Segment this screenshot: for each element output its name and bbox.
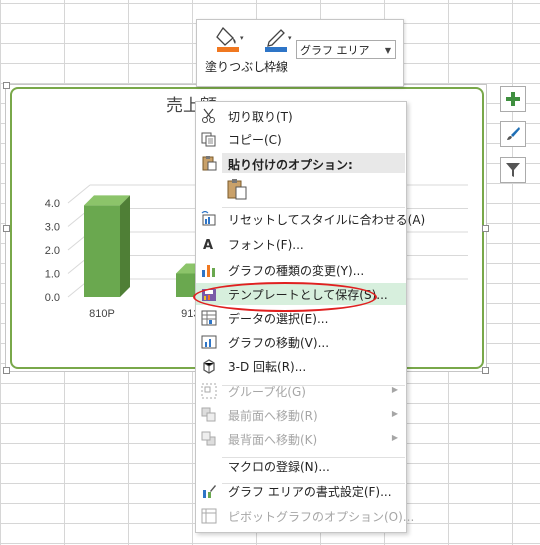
menu-item-move-chart[interactable]: グラフの移動(V)...: [196, 331, 406, 353]
chart-styles-button[interactable]: [500, 121, 526, 147]
chart-elements-button[interactable]: [500, 86, 526, 112]
bring-front-icon: [196, 404, 222, 426]
menu-item-label: 切り取り(T): [228, 109, 293, 124]
chevron-down-icon: ▼: [384, 46, 391, 55]
plus-icon: [506, 92, 520, 106]
outline-button[interactable]: ▾: [263, 26, 292, 55]
paste-options-header: 貼り付けのオプション:: [222, 153, 405, 173]
y-tick-label: 0.0: [45, 292, 60, 304]
y-tick-label: 4.0: [45, 198, 60, 210]
menu-item-chart-type[interactable]: グラフの種類の変更(Y)...: [196, 259, 406, 281]
menu-item-send-back: 最背面へ移動(K) ▶: [196, 428, 406, 450]
menu-item-label: マクロの登録(N)...: [228, 459, 330, 474]
bar-front: [84, 205, 120, 297]
y-tick-label: 2.0: [45, 245, 60, 257]
annotation-ellipse: [193, 282, 377, 312]
menu-item-label: コピー(C): [228, 132, 282, 147]
chart-filters-button[interactable]: [500, 157, 526, 183]
y-axis: 0.0 1.0 2.0 3.0 4.0: [45, 198, 60, 304]
paste-icon: [201, 155, 217, 174]
menu-item-label: データの選択(E)...: [228, 311, 329, 326]
submenu-arrow-icon: ▶: [391, 385, 398, 394]
menu-separator: [222, 385, 405, 386]
menu-item-group: グループ化(G) ▶: [196, 380, 406, 402]
menu-item-pivot-options: ピボットグラフのオプション(O)...: [196, 505, 414, 527]
menu-item-bring-front: 最前面へ移動(R) ▶: [196, 404, 406, 426]
menu-item-label: 最背面へ移動(K): [228, 432, 318, 447]
bar-side: [120, 195, 130, 297]
send-back-icon: [196, 428, 222, 450]
menu-separator: [222, 207, 405, 208]
submenu-arrow-icon: ▶: [391, 409, 398, 418]
macro-icon: [196, 455, 222, 477]
menu-item-rotate-3d[interactable]: 3-D 回転(R)...: [196, 355, 406, 377]
mini-toolbar: ▾ 塗りつぶし ▾ 枠線 グラフ エリア ▼: [196, 19, 404, 87]
x-tick-label: 810P: [89, 308, 115, 320]
svg-text:A: A: [203, 238, 213, 252]
menu-item-scissors[interactable]: 切り取り(T): [196, 105, 406, 127]
menu-item-label: 3-D 回転(R)...: [228, 359, 307, 374]
context-menu: 貼り付けのオプション: 切り取り(T) コピー(C) リセットしてスタイルに合わせる…: [195, 101, 425, 533]
menu-item-font[interactable]: A フォント(F)...: [196, 233, 406, 255]
pencil-icon: [265, 29, 287, 52]
rotate-3d-icon: [196, 355, 222, 377]
format-area-icon: [196, 480, 222, 502]
reset-style-icon: [196, 208, 222, 230]
chart-type-icon: [196, 259, 222, 281]
font-icon: A: [196, 233, 222, 255]
resize-handle-l[interactable]: [3, 225, 10, 232]
fill-button[interactable]: ▾: [215, 26, 244, 55]
gridline: [67, 184, 91, 204]
move-chart-icon: [196, 331, 222, 353]
y-tick-label: 3.0: [45, 222, 60, 234]
resize-handle-br[interactable]: [482, 367, 489, 374]
menu-item-copy[interactable]: コピー(C): [196, 128, 406, 150]
x-axis: 810P 913S: [89, 308, 207, 320]
menu-item-reset-style[interactable]: リセットしてスタイルに合わせる(A): [196, 208, 425, 230]
fill-label: 塗りつぶし: [205, 60, 266, 74]
chart-element-select[interactable]: グラフ エリア ▼: [296, 40, 396, 59]
select-data-icon: [196, 307, 222, 329]
menu-item-macro[interactable]: マクロの登録(N)...: [196, 455, 406, 477]
resize-handle-r[interactable]: [482, 225, 489, 232]
menu-item-label: グラフの種類の変更(Y)...: [228, 263, 365, 278]
pivot-options-icon: [196, 505, 222, 527]
bar: [84, 195, 130, 297]
menu-item-label: ピボットグラフのオプション(O)...: [228, 509, 415, 524]
menu-item-label: リセットしてスタイルに合わせる(A): [228, 212, 426, 227]
outline-label: 枠線: [264, 60, 289, 74]
y-tick-label: 1.0: [45, 269, 60, 281]
menu-item-label: 最前面へ移動(R): [228, 408, 318, 423]
menu-separator: [222, 483, 405, 484]
scissors-icon: [196, 105, 222, 127]
paste-keep-format-icon[interactable]: [226, 178, 248, 203]
resize-handle-bl[interactable]: [3, 367, 10, 374]
copy-icon: [196, 128, 222, 150]
chart-element-value: グラフ エリア: [300, 44, 370, 57]
resize-handle-tl[interactable]: [3, 82, 10, 89]
menu-item-label: グラフの移動(V)...: [228, 335, 330, 350]
submenu-arrow-icon: ▶: [391, 433, 398, 442]
paint-bucket-icon: [216, 26, 239, 52]
group-icon: [196, 380, 222, 402]
menu-separator: [222, 457, 405, 458]
filter-icon: [506, 163, 520, 177]
paste-options-label: 貼り付けのオプション:: [228, 158, 353, 172]
menu-item-label: フォント(F)...: [228, 237, 304, 252]
menu-item-label: グラフ エリアの書式設定(F)...: [228, 484, 392, 499]
brush-icon: [507, 127, 520, 140]
